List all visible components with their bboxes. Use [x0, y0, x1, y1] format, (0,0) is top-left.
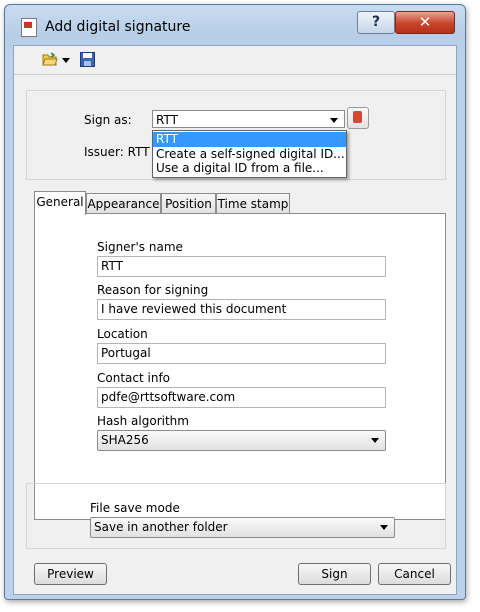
tab-appearance[interactable]: Appearance	[86, 193, 161, 214]
tab-general[interactable]: General	[34, 191, 86, 215]
tab-time-stamp[interactable]: Time stamp	[216, 193, 290, 214]
tab-position[interactable]: Position	[161, 193, 216, 214]
dropdown-option-create-self-signed[interactable]: Create a self-signed digital ID...	[153, 147, 346, 162]
file-save-mode-select[interactable]: Save in another folder	[90, 517, 395, 538]
window-title: Add digital signature	[45, 19, 191, 35]
signers-name-field[interactable]: RTT	[97, 256, 386, 277]
location-label: Location	[97, 327, 148, 341]
hash-algorithm-select[interactable]: SHA256	[97, 430, 386, 451]
general-tab-panel: Signer's name RTT Reason for signing I h…	[34, 213, 446, 520]
file-save-mode-value: Save in another folder	[94, 520, 228, 534]
cancel-button[interactable]: Cancel	[378, 563, 451, 585]
folder-open-icon[interactable]	[42, 52, 58, 66]
hash-algorithm-label: Hash algorithm	[97, 414, 189, 428]
dialog-window: Add digital signature ? ✕ Sign as: RTT I…	[4, 4, 466, 600]
dropdown-option-rtt[interactable]: RTT	[153, 132, 346, 147]
sign-as-select[interactable]: RTT	[152, 110, 345, 128]
title-bar: Add digital signature ? ✕	[5, 5, 465, 45]
reason-field[interactable]: I have reviewed this document	[97, 299, 386, 320]
reason-label: Reason for signing	[97, 283, 209, 297]
sign-as-dropdown-list: RTT Create a self-signed digital ID... U…	[152, 130, 347, 178]
certificate-icon	[353, 111, 362, 123]
chevron-down-icon	[371, 438, 379, 443]
help-button[interactable]: ?	[357, 11, 395, 34]
sign-as-value: RTT	[156, 113, 178, 127]
sign-button[interactable]: Sign	[298, 563, 371, 585]
certificate-button[interactable]	[347, 107, 369, 129]
file-save-mode-label: File save mode	[90, 501, 180, 515]
signers-name-label: Signer's name	[97, 240, 183, 254]
toolbar	[14, 46, 456, 75]
location-field[interactable]: Portugal	[97, 343, 386, 364]
sign-as-label: Sign as:	[84, 113, 132, 127]
close-button[interactable]: ✕	[395, 11, 455, 34]
contact-info-label: Contact info	[97, 371, 171, 385]
chevron-down-icon	[330, 118, 338, 123]
chevron-down-icon	[380, 525, 388, 530]
save-disk-icon[interactable]	[80, 52, 95, 67]
contact-info-field[interactable]: pdfe@rttsoftware.com	[97, 387, 386, 408]
preview-button[interactable]: Preview	[34, 563, 107, 585]
hash-algorithm-value: SHA256	[101, 433, 149, 447]
save-mode-group	[26, 483, 446, 549]
pdf-document-icon	[21, 18, 37, 37]
issuer-label: Issuer: RTT	[84, 145, 150, 159]
dialog-client-area: Sign as: RTT Issuer: RTT RTT Create a se…	[13, 45, 457, 595]
dropdown-option-use-from-file[interactable]: Use a digital ID from a file...	[153, 161, 346, 176]
open-dropdown-icon[interactable]	[62, 58, 70, 63]
